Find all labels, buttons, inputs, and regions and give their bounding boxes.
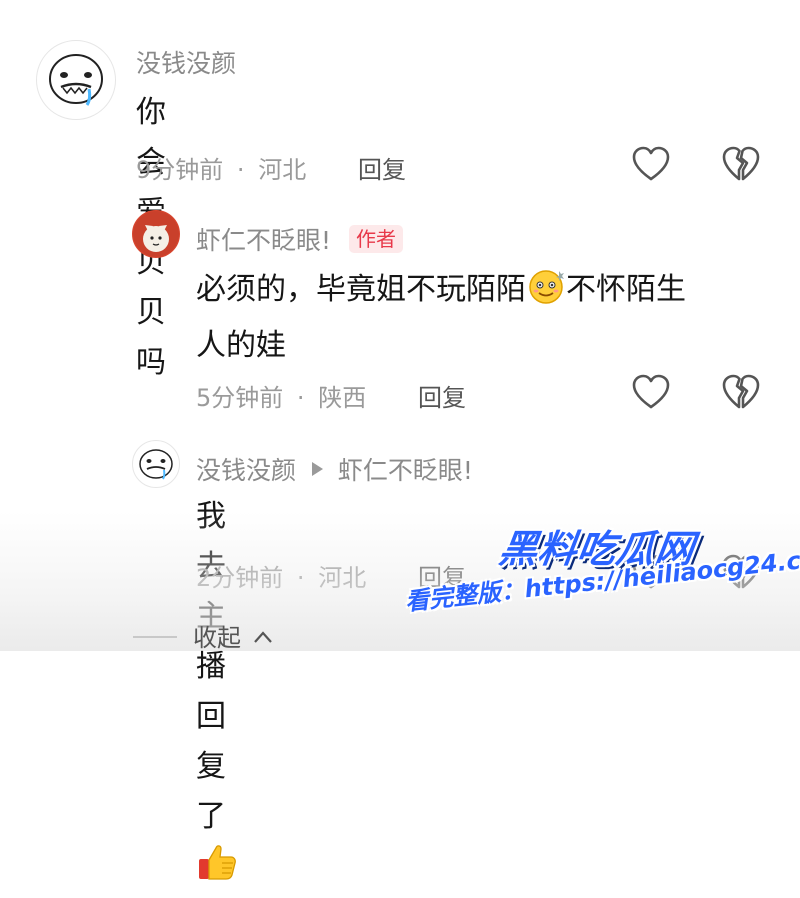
comment-meta: 5分钟前 · 陕西 — [196, 378, 366, 413]
dislike-broken-heart-icon[interactable] — [722, 146, 760, 182]
like-heart-icon[interactable] — [632, 146, 670, 182]
reply-button[interactable]: 回复 — [418, 378, 466, 413]
reply-to-username[interactable]: 虾仁不眨眼! — [338, 456, 473, 485]
comment-text-part-1: 我去主播回复了 — [196, 499, 226, 834]
avatar[interactable] — [36, 40, 116, 120]
collapse-divider — [133, 636, 177, 638]
reply-username[interactable]: 虾仁不眨眼! — [196, 226, 331, 255]
avatar-character-icon — [133, 211, 179, 257]
comment-text-part-1: 必须的，毕竟姐不玩陌陌 — [196, 272, 526, 307]
collapse-label: 收起 — [193, 624, 241, 652]
comment-username: 没钱没颜 虾仁不眨眼! — [196, 451, 473, 487]
like-heart-icon[interactable] — [632, 374, 670, 410]
avatar[interactable] — [132, 210, 180, 258]
thumbs-up-emoji-icon — [196, 842, 238, 898]
comment-location: 河北 — [258, 156, 307, 184]
dislike-broken-heart-icon[interactable] — [722, 374, 760, 410]
comment-time: 5分钟前 — [196, 384, 284, 412]
reply-arrow-icon — [310, 454, 324, 483]
comment-text: 我去主播回复了 — [196, 492, 238, 898]
meta-separator: · — [296, 564, 305, 592]
comment-username[interactable]: 没钱没颜 — [136, 44, 236, 80]
reply-username[interactable]: 没钱没颜 — [196, 456, 296, 485]
comment-time: 2分钟前 — [196, 564, 284, 592]
comment-location: 陕西 — [318, 384, 367, 412]
chevron-up-icon — [253, 622, 273, 650]
avatar-face-icon — [49, 54, 103, 106]
avatar[interactable] — [132, 440, 180, 488]
comment-text-part-3: 人的娃 — [196, 328, 286, 363]
avatar-face-icon — [139, 449, 173, 480]
comment-meta: 9分钟前 · 河北 — [136, 150, 306, 185]
smiling-face-emoji-icon — [526, 267, 566, 321]
comment-text: 必须的，毕竟姐不玩陌陌 不怀陌生 人的娃 — [196, 265, 756, 371]
comment-location: 河北 — [318, 564, 367, 592]
collapse-replies-button[interactable]: 收起 — [133, 618, 273, 653]
reply-button[interactable]: 回复 — [358, 150, 406, 185]
comment-meta: 2分钟前 · 河北 — [196, 558, 366, 593]
meta-separator: · — [236, 156, 245, 184]
author-badge: 作者 — [349, 225, 404, 253]
comment-text-part-2: 不怀陌生 — [566, 272, 686, 307]
meta-separator: · — [296, 384, 305, 412]
comment-time: 9分钟前 — [136, 156, 224, 184]
comment-username: 虾仁不眨眼! 作者 — [196, 221, 404, 257]
